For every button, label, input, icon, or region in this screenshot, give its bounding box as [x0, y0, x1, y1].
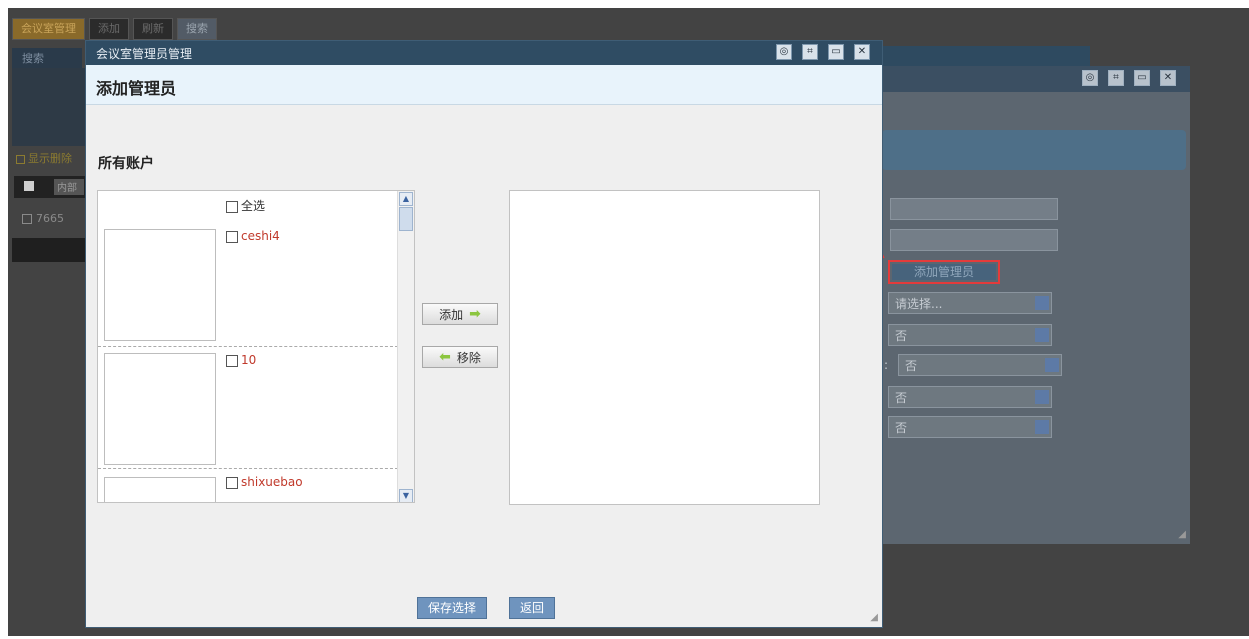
bg-select-value: 请选择...	[895, 297, 943, 311]
back-button[interactable]: 返回	[509, 597, 556, 619]
bg-select: 请选择...	[888, 292, 1052, 314]
bg-tab: 搜索	[12, 48, 82, 68]
chevron-down-icon	[1045, 358, 1059, 372]
window-controls: ◎ ⌗ ▭ ✕	[776, 44, 870, 60]
dialog-header: 添加管理员	[86, 65, 882, 105]
account-item[interactable]: ceshi4	[98, 227, 398, 347]
arrow-right-icon: ➡	[469, 306, 481, 322]
account-item[interactable]: shixuebao	[98, 473, 398, 502]
chevron-down-icon	[1035, 420, 1049, 434]
bg-select: 否	[898, 354, 1062, 376]
bg-select: 否	[888, 324, 1052, 346]
bg-select: 否	[888, 386, 1052, 408]
arrow-left-icon: ⬅	[439, 349, 451, 365]
bg-toolbar-item: 刷新	[133, 18, 173, 40]
bg-row-id: 7665	[22, 212, 64, 225]
scrollbar-thumb[interactable]	[399, 207, 413, 231]
dialog-titlebar[interactable]: 会议室管理员管理 ◎ ⌗ ▭ ✕	[86, 41, 882, 65]
checkbox-icon[interactable]	[226, 476, 238, 489]
bg-add-admin-label: 添加管理员	[892, 264, 996, 280]
remove-button[interactable]: ⬅ 移除	[422, 346, 498, 368]
close-icon[interactable]: ✕	[854, 44, 870, 60]
account-avatar	[104, 477, 216, 502]
dialog-title: 会议室管理员管理	[96, 47, 193, 61]
checkbox-icon[interactable]	[226, 230, 238, 243]
bg-select-value: 否	[895, 421, 908, 435]
selected-accounts-list[interactable]	[509, 190, 820, 505]
accounts-list-content: 全选 ceshi4 10 shixuebao	[98, 191, 398, 502]
maximize-icon[interactable]: ▭	[828, 44, 844, 60]
background-toolbar: 会议室管理 添加 刷新 搜索	[12, 18, 217, 42]
screen: 会议室管理 添加 刷新 搜索 搜索 显示删除 内部 7665 ◎ ⌗ ▭ ✕ 添…	[0, 0, 1249, 639]
account-checkbox[interactable]: shixuebao	[226, 475, 303, 489]
section-label: 所有账户	[98, 156, 154, 172]
all-accounts-list[interactable]: 全选 ceshi4 10 shixuebao ▲ ▼	[97, 190, 415, 503]
bg-dialog-bar	[882, 130, 1186, 170]
account-checkbox[interactable]: ceshi4	[226, 229, 280, 243]
bg-checkbox-row: 显示删除	[16, 150, 72, 166]
settings-icon: ◎	[1082, 70, 1098, 86]
checkbox-icon[interactable]	[226, 200, 238, 213]
select-all-label: 全选	[241, 199, 266, 213]
account-checkbox[interactable]: 10	[226, 353, 256, 367]
bg-dialog-tab	[878, 46, 1090, 66]
restore-icon[interactable]: ⌗	[802, 44, 818, 60]
bg-dialog-titlebar: ◎ ⌗ ▭ ✕	[878, 66, 1190, 92]
restore-icon: ⌗	[1108, 70, 1124, 86]
bg-toolbar-item: 搜索	[177, 18, 217, 40]
account-name: 10	[241, 353, 257, 367]
bg-input	[890, 229, 1058, 251]
checkbox-icon	[22, 214, 32, 224]
account-avatar	[104, 353, 216, 465]
bg-checkbox-label: 显示删除	[28, 152, 72, 165]
add-button[interactable]: 添加 ➡	[422, 303, 498, 325]
add-button-label: 添加	[439, 307, 464, 322]
background-dialog: ◎ ⌗ ▭ ✕ 添加管理员 请选择... 否 : 否 否 否 ◢	[878, 66, 1190, 544]
chevron-down-icon	[1035, 390, 1049, 404]
bg-row-id-text: 7665	[36, 212, 64, 225]
maximize-icon: ▭	[1134, 70, 1150, 86]
scrollbar[interactable]: ▲ ▼	[397, 191, 414, 502]
scroll-down-icon[interactable]: ▼	[399, 489, 413, 502]
page-title: 添加管理员	[96, 79, 177, 98]
account-item[interactable]: 10	[98, 349, 398, 469]
bg-window-controls: ◎ ⌗ ▭ ✕	[1082, 70, 1176, 86]
checkbox-icon[interactable]	[226, 354, 238, 367]
remove-button-label: 移除	[456, 350, 481, 365]
account-name: shixuebao	[241, 475, 303, 489]
bg-select: 否	[888, 416, 1052, 438]
chevron-down-icon	[1035, 328, 1049, 342]
chevron-down-icon	[1035, 296, 1049, 310]
settings-icon[interactable]: ◎	[776, 44, 792, 60]
bg-row: 内部	[14, 176, 86, 198]
account-name: ceshi4	[241, 229, 280, 243]
bg-toolbar-item: 添加	[89, 18, 129, 40]
checkbox-icon	[16, 154, 25, 164]
account-avatar	[104, 229, 216, 341]
bg-strip	[12, 238, 86, 262]
admin-dialog: 会议室管理员管理 ◎ ⌗ ▭ ✕ 添加管理员 所有账户 全选 ceshi4 10…	[85, 40, 883, 628]
save-selection-button[interactable]: 保存选择	[417, 597, 488, 619]
close-icon: ✕	[1160, 70, 1176, 86]
bg-colon: :	[884, 358, 889, 372]
bg-select-value: 否	[895, 329, 908, 343]
scroll-up-icon[interactable]: ▲	[399, 192, 413, 206]
resize-grip-icon[interactable]: ◢	[870, 612, 878, 623]
select-all-checkbox[interactable]: 全选	[226, 197, 265, 214]
bg-select-value: 否	[905, 359, 918, 373]
checkbox-icon	[24, 181, 34, 191]
bg-select-value: 否	[895, 391, 908, 405]
bg-panel	[12, 68, 86, 146]
bg-input	[890, 198, 1058, 220]
resize-grip-icon: ◢	[1178, 529, 1186, 540]
highlighted-add-admin-button: 添加管理员	[888, 260, 1000, 284]
bg-row-label: 内部	[54, 179, 84, 195]
bg-toolbar-item: 会议室管理	[12, 18, 85, 40]
